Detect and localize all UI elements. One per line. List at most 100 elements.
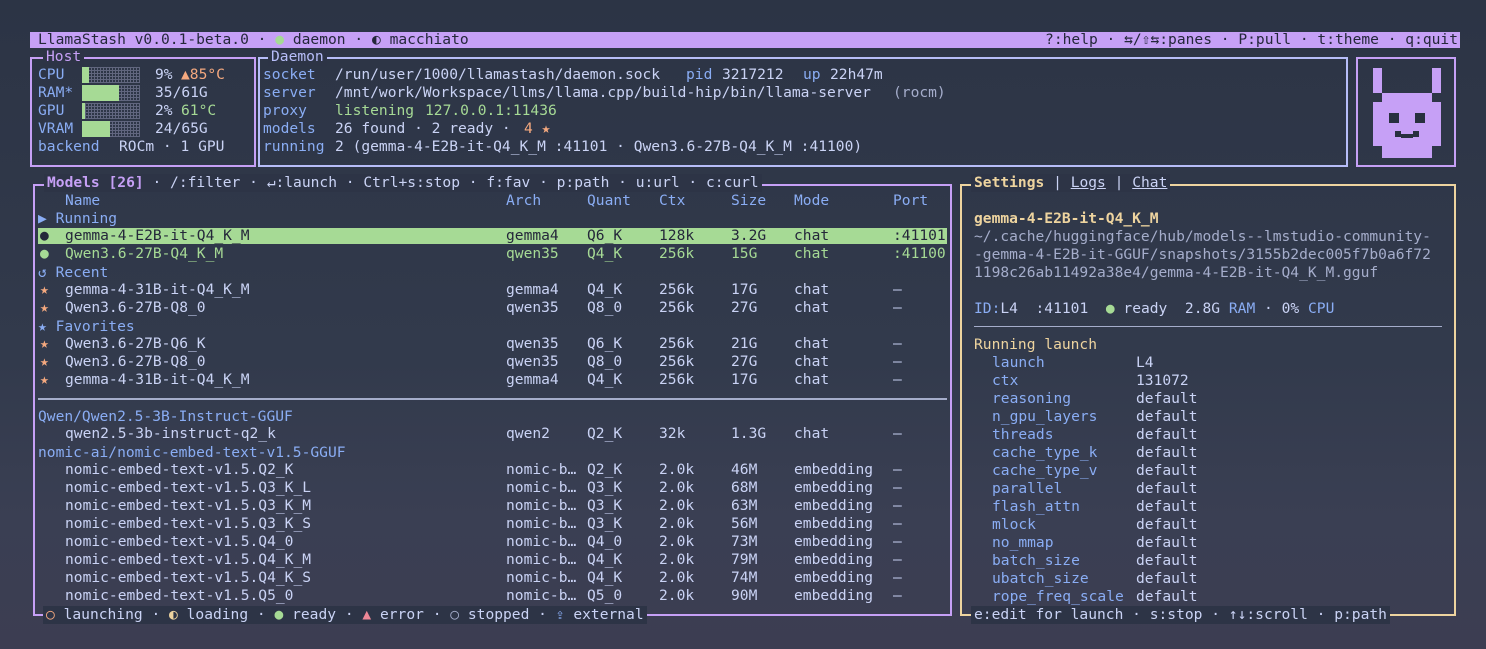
col-port[interactable]: Port [893, 192, 928, 210]
model-row[interactable]: ★ Qwen3.6-27B-Q6_K qwen35 Q6_K 256k 21G chat — [38, 335, 947, 352]
model-row[interactable]: nomic-embed-text-v1.5.Q2_K nomic-b… Q2_K 2.… [38, 461, 947, 478]
setting-value[interactable]: default [1136, 408, 1198, 426]
repo-group-nomic[interactable]: nomic-ai/nomic-embed-text-v1.5-GGUF [38, 444, 346, 462]
setting-key[interactable]: no_mmap [992, 534, 1054, 552]
setting-key[interactable]: parallel [992, 480, 1062, 498]
col-ctx[interactable]: Ctx [659, 192, 685, 210]
setting-key[interactable]: rope_freq_scale [992, 588, 1124, 606]
model-path-line[interactable]: 1198c26ab11492a38e4/gemma-4-E2B-it-Q4_K_… [974, 264, 1378, 282]
tab-chat[interactable]: Chat [1132, 174, 1167, 191]
setting-key[interactable]: flash_attn [992, 498, 1080, 516]
model-row[interactable]: nomic-embed-text-v1.5.Q4_K_S nomic-b… Q4_K… [38, 569, 947, 586]
model-row[interactable]: nomic-embed-text-v1.5.Q5_0 nomic-b… Q5_0 2.… [38, 587, 947, 604]
model-row[interactable]: ★ Qwen3.6-27B-Q8_0 qwen35 Q8_0 256k 27G chat — [38, 299, 947, 316]
tab-logs[interactable]: Logs [1071, 174, 1106, 191]
section-favorites[interactable]: ★ Favorites [38, 318, 135, 336]
model-path-line[interactable]: -gemma-4-E2B-it-GGUF/snapshots/3155b2dec… [974, 246, 1431, 264]
setting-value[interactable]: 131072 [1136, 372, 1189, 390]
ready-status-icon: ● [40, 245, 49, 262]
setting-key[interactable]: threads [992, 426, 1054, 444]
tab-settings[interactable]: Settings [974, 174, 1044, 191]
repo-group-qwen[interactable]: Qwen/Qwen2.5-3B-Instruct-GGUF [38, 408, 293, 426]
model-row[interactable]: nomic-embed-text-v1.5.Q4_K_M nomic-b… Q4_K… [38, 551, 947, 568]
model-arch: gemma4 [506, 371, 559, 388]
model-row[interactable]: ● Qwen3.6-27B-Q4_K_M qwen35 Q4_K 256k 15G chat… [38, 245, 947, 262]
model-mode: chat [794, 245, 830, 262]
title-sep: · [257, 31, 267, 48]
model-row[interactable]: nomic-embed-text-v1.5.Q3_K_L nomic-b… Q3_K… [38, 479, 947, 496]
model-size: 1.3G [731, 425, 767, 442]
setting-key[interactable]: batch_size [992, 552, 1080, 570]
setting-value[interactable]: default [1136, 498, 1198, 516]
setting-key[interactable]: n_gpu_layers [992, 408, 1097, 426]
setting-value[interactable]: default [1136, 444, 1198, 462]
daemon-status-icon: ● [275, 31, 285, 48]
model-arch: nomic-b… [506, 515, 577, 532]
col-arch[interactable]: Arch [506, 192, 541, 210]
section-recent[interactable]: ↺ Recent [38, 264, 108, 282]
model-name: Qwen3.6-27B-Q4_K_M [65, 245, 224, 262]
setting-value[interactable]: default [1136, 570, 1198, 588]
setting-value[interactable]: default [1136, 516, 1198, 534]
model-row[interactable]: nomic-embed-text-v1.5.Q4_0 nomic-b… Q4_0 2.… [38, 533, 947, 550]
legend-label-launching: launching [63, 606, 143, 623]
model-row[interactable]: ★ Qwen3.6-27B-Q8_0 qwen35 Q8_0 256k 27G chat — [38, 353, 947, 370]
setting-value[interactable]: default [1136, 480, 1198, 498]
setting-value[interactable]: L4 [1136, 354, 1154, 372]
model-arch: nomic-b… [506, 551, 577, 568]
setting-value[interactable]: default [1136, 552, 1198, 570]
setting-value[interactable]: default [1136, 390, 1198, 408]
model-arch: gemma4 [506, 227, 559, 244]
model-row[interactable]: qwen2.5-3b-instruct-q2_k qwen2 Q2_K 32k 1.3G… [38, 425, 947, 442]
model-quant: Q5_0 [587, 587, 623, 604]
setting-key[interactable]: reasoning [992, 390, 1071, 408]
model-row[interactable]: ★ gemma-4-31B-it-Q4_K_M gemma4 Q4_K 256k 17G c… [38, 371, 947, 388]
legend-space [459, 606, 468, 623]
setting-key[interactable]: cache_type_k [992, 444, 1097, 462]
setting-key[interactable]: launch [992, 354, 1045, 372]
proxy-status: listening [335, 102, 415, 119]
col-name[interactable]: Name [65, 192, 100, 210]
server-path: /mnt/work/Workspace/llms/llama.cpp/build… [335, 84, 871, 101]
running-label: running [263, 138, 325, 155]
pid-label: pid [686, 66, 713, 83]
model-row[interactable]: ★ gemma-4-31B-it-Q4_K_M gemma4 Q4_K 256k 17G c… [38, 281, 947, 298]
cpu-temp: ▲85°C [181, 66, 225, 83]
external-status-icon: ⇪ [555, 606, 565, 623]
model-path-line[interactable]: ~/.cache/huggingface/hub/models--lmstudi… [974, 228, 1431, 246]
col-size[interactable]: Size [731, 192, 766, 210]
model-mode: embedding [794, 461, 874, 478]
setting-value[interactable]: default [1136, 462, 1198, 480]
model-row[interactable]: nomic-embed-text-v1.5.Q3_K_S nomic-b… Q3_K… [38, 515, 947, 532]
llamastash-tui: LlamaStash v0.0.1-beta.0 · ● daemon · ◐ … [30, 30, 1460, 625]
col-mode[interactable]: Mode [794, 192, 829, 210]
model-row[interactable]: ● gemma-4-E2B-it-Q4_K_M gemma4 Q6_K 128k 3.2G… [38, 227, 947, 244]
status-sep: · [1264, 300, 1273, 317]
model-port: — [893, 533, 902, 550]
model-name: nomic-embed-text-v1.5.Q5_0 [65, 587, 294, 604]
section-running[interactable]: ▶ Running [38, 210, 117, 228]
setting-value[interactable]: default [1136, 534, 1198, 552]
setting-key[interactable]: mlock [992, 516, 1036, 534]
server-label: server [263, 84, 316, 101]
model-size: 15G [731, 245, 758, 262]
setting-key[interactable]: ctx [992, 372, 1018, 390]
setting-value[interactable]: default [1136, 588, 1198, 606]
setting-value[interactable]: default [1136, 426, 1198, 444]
proxy-address: 127.0.0.1:11436 [425, 102, 557, 119]
model-size: 63M [731, 497, 758, 514]
instance-cpu-value: 0% [1281, 300, 1300, 317]
setting-key[interactable]: ubatch_size [992, 570, 1089, 588]
theme-name[interactable]: macchiato [390, 31, 469, 48]
model-port: :41101 [893, 227, 946, 244]
cpu-pct: 9% [155, 66, 173, 83]
socket-label: socket [263, 66, 316, 83]
setting-key[interactable]: cache_type_v [992, 462, 1097, 480]
model-row[interactable]: nomic-embed-text-v1.5.Q3_K_M nomic-b… Q3_K… [38, 497, 947, 514]
col-quant[interactable]: Quant [587, 192, 631, 210]
model-quant: Q3_K [587, 497, 623, 514]
legend-label-stopped: stopped [467, 606, 530, 623]
model-arch: nomic-b… [506, 533, 577, 550]
model-size: 17G [731, 281, 758, 298]
legend-label-ready: ready [292, 606, 337, 623]
